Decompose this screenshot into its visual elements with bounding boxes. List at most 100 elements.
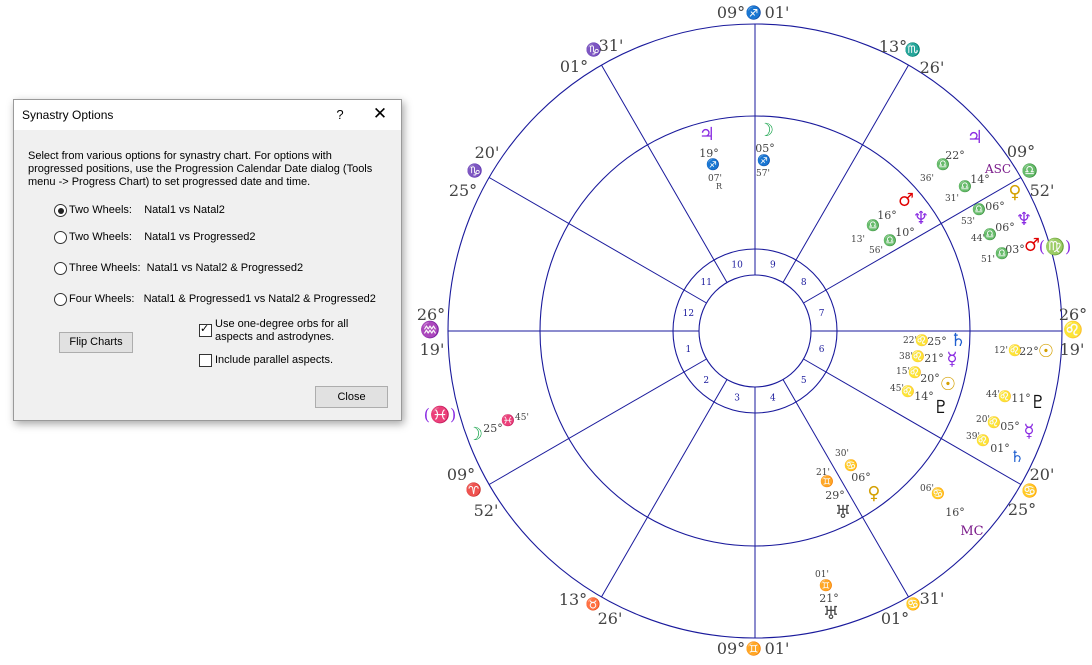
leo-icon: ♌ [901, 385, 915, 398]
house-number: 4 [770, 394, 776, 404]
parallel-label: Include parallel aspects. [215, 354, 334, 366]
moon-icon: ☽ [467, 424, 483, 445]
degree: 05° [1000, 420, 1020, 433]
leo-icon: ♌ [987, 416, 1001, 429]
cusp-sign-icon: ♎ [1022, 163, 1038, 179]
cusp-label: 01' [765, 639, 790, 658]
option-four-wheels[interactable]: Four Wheels: Natal1 & Progressed1 vs Nat… [54, 293, 376, 307]
libra-icon: ♎ [995, 247, 1009, 260]
retro-mark: R [716, 182, 723, 191]
minute: 56' [869, 246, 883, 256]
flip-charts-button[interactable]: Flip Charts [59, 332, 133, 353]
cusp-sign-icon: ♊ [746, 641, 762, 657]
cusp-label: 09° [1007, 142, 1035, 161]
option-three-wheels[interactable]: Three Wheels: Natal1 vs Natal2 & Progres… [54, 262, 303, 276]
saturn-icon: ♄ [1010, 447, 1024, 466]
degree: 25° [927, 335, 947, 348]
orbs-label: Use one-degree orbs for all aspects and … [215, 318, 349, 343]
dialog-title: Synastry Options [22, 108, 114, 122]
cancer-icon: ♋ [931, 487, 945, 500]
libra-icon: ♎ [972, 203, 986, 216]
libra-icon: ♎ [866, 219, 880, 232]
cusp-label: 52' [1030, 181, 1055, 200]
cusp-sign-icon: ♌ [1063, 320, 1083, 339]
degree: 10° [895, 226, 915, 239]
minute: 12' [994, 346, 1008, 356]
option-two-wheels-natal[interactable]: Two Wheels: Natal1 vs Natal2 [54, 204, 225, 218]
saturn-icon: ♄ [950, 330, 966, 351]
venus-icon: ♀ [867, 483, 880, 504]
dialog-description: Select from various options for synastry… [28, 150, 373, 188]
mc-label: MC [960, 524, 983, 539]
house-number: 5 [801, 376, 807, 386]
cusp-label: 13° [559, 590, 587, 609]
degree: 20° [920, 372, 940, 385]
cusp-label: 31' [599, 36, 624, 55]
close-icon[interactable]: ✕ [369, 103, 391, 125]
minute: 31' [945, 194, 959, 204]
cusp-label: 25° [1008, 500, 1036, 519]
libra-icon: ♎ [883, 234, 897, 247]
cusp-label: 13° [879, 37, 907, 56]
cusp-label: 19' [1060, 340, 1085, 359]
option-label: Four Wheels: Natal1 & Progressed1 vs Nat… [69, 293, 376, 305]
mars-icon: ♂ [1024, 235, 1040, 256]
cusp-label: 26' [598, 609, 623, 628]
pisces-icon: ♓ [501, 414, 515, 427]
mars-icon: ♂ [898, 190, 914, 211]
sun-icon: ☉ [1038, 341, 1054, 362]
cusp-label: 19' [420, 340, 445, 359]
degree: 25° [483, 422, 503, 435]
inner-ring [698, 274, 812, 388]
jupiter-icon: ♃ [967, 127, 983, 148]
house-number: 6 [819, 345, 825, 355]
house-cusp-line [488, 177, 707, 304]
dialog-titlebar: Synastry Options ? ✕ [14, 100, 401, 130]
minute: 13' [851, 235, 865, 245]
cusp-label: 01° [881, 609, 909, 628]
sagittarius-icon: ♐ [757, 154, 771, 167]
cusp-label: 52' [474, 501, 499, 520]
cusp-label: 26' [920, 58, 945, 77]
radio-icon[interactable] [54, 262, 67, 275]
degree: 01° [990, 442, 1010, 455]
radio-icon[interactable] [54, 231, 67, 244]
minute: 44' [971, 234, 985, 244]
degree: 06° [985, 200, 1005, 213]
mercury-icon: ☿ [1023, 421, 1034, 442]
degree: 16° [877, 209, 897, 222]
jupiter-icon: ♃ [699, 124, 715, 145]
cusp-label: (♍) [1039, 237, 1071, 256]
radio-icon[interactable] [54, 293, 67, 306]
cusp-label: 09° [717, 3, 745, 22]
minute: 51' [981, 255, 995, 265]
gemini-icon: ♊ [820, 475, 834, 488]
minute: 53' [961, 217, 975, 227]
option-label: Two Wheels: Natal1 vs Natal2 [69, 204, 225, 216]
option-label: Two Wheels: Natal1 vs Progressed2 [69, 231, 256, 243]
degree: 21° [924, 352, 944, 365]
cusp-label: (♓) [424, 405, 456, 424]
libra-icon: ♎ [958, 180, 972, 193]
pluto-icon: ♇ [933, 397, 949, 418]
help-button[interactable]: ? [329, 104, 351, 126]
leo-icon: ♌ [998, 390, 1012, 403]
house-number: 8 [801, 278, 807, 288]
house-number: 3 [734, 394, 740, 404]
cusp-label: 20' [1030, 465, 1055, 484]
house-number: 7 [819, 309, 825, 319]
parallel-checkbox[interactable] [199, 354, 212, 367]
orbs-checkbox[interactable] [199, 322, 212, 337]
degree: 14° [914, 390, 934, 403]
gemini-icon: ♊ [819, 579, 833, 592]
close-button[interactable]: Close [315, 386, 388, 408]
cusp-sign-icon: ♐ [746, 5, 762, 21]
house-cusp-line [601, 379, 728, 598]
option-two-wheels-progressed[interactable]: Two Wheels: Natal1 vs Progressed2 [54, 231, 255, 245]
minute: 57' [756, 169, 770, 179]
cusp-label: 25° [449, 181, 477, 200]
radio-selected-icon[interactable] [54, 204, 67, 217]
synastry-options-dialog: Synastry Options ? ✕ Select from various… [13, 99, 402, 421]
moon-icon: ☽ [758, 120, 774, 141]
uranus-icon: ♅ [823, 603, 839, 624]
